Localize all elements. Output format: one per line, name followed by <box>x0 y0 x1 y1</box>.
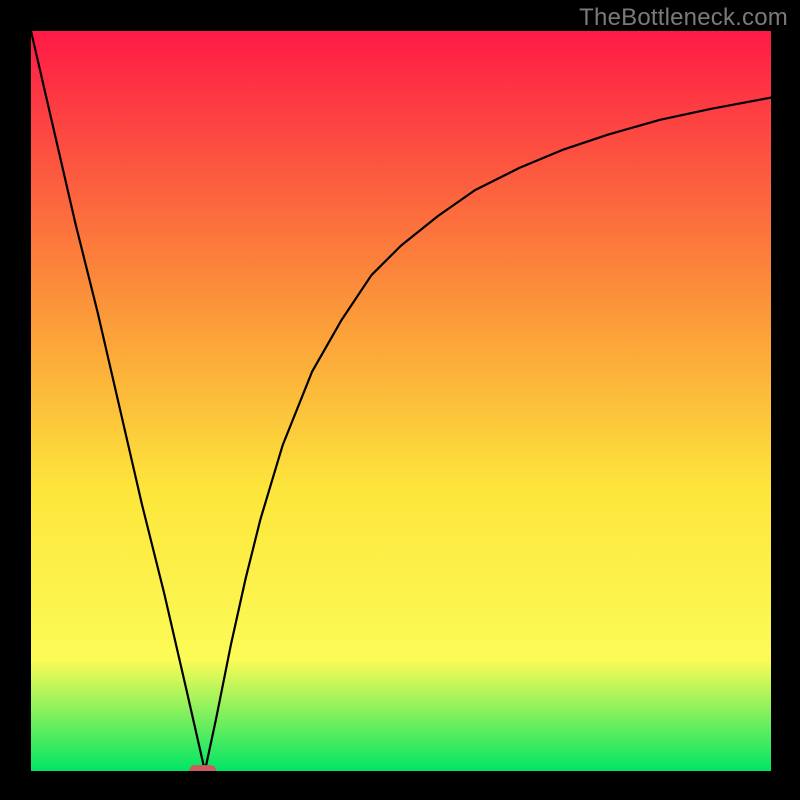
gradient-background <box>31 31 771 771</box>
watermark-text: TheBottleneck.com <box>579 4 788 32</box>
bottleneck-marker <box>189 765 216 771</box>
chart-svg <box>31 31 771 771</box>
chart-frame: TheBottleneck.com <box>0 0 800 800</box>
plot-area <box>31 31 771 771</box>
